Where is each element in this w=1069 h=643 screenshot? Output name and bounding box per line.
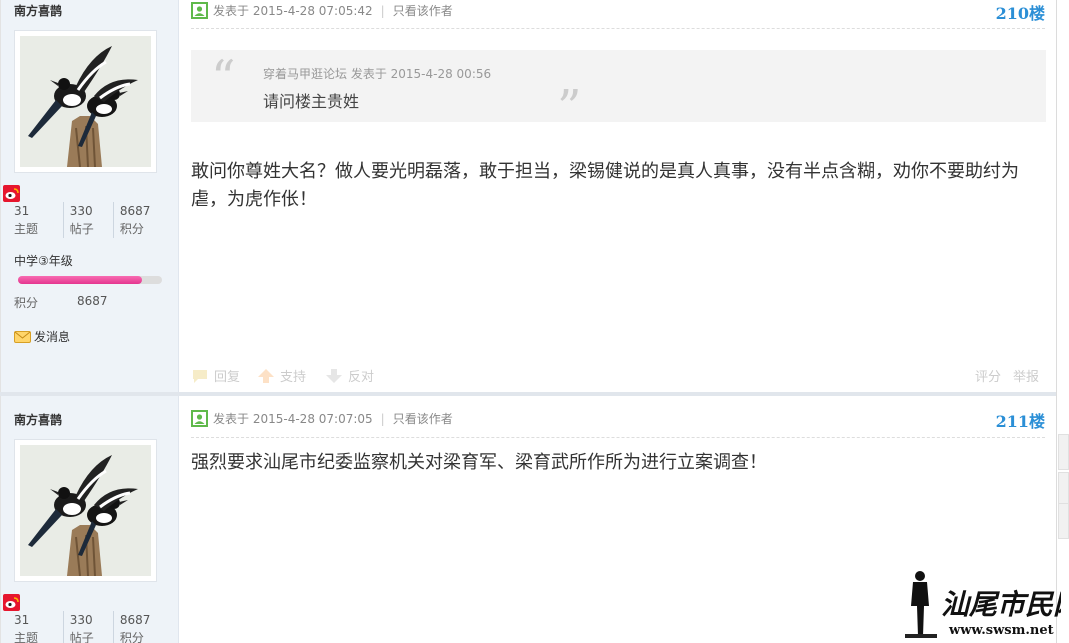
online-user-icon bbox=[191, 2, 208, 19]
page-right-border bbox=[1056, 0, 1057, 643]
stat-points[interactable]: 8687 积分 bbox=[114, 611, 164, 643]
floor-number[interactable]: 210楼 bbox=[996, 0, 1045, 24]
stat-posts[interactable]: 330 帖子 bbox=[64, 611, 114, 643]
posted-label: 发表于 bbox=[213, 412, 250, 426]
post-meta: 发表于 2015-4-28 07:05:42 | 只看该作者 bbox=[191, 2, 453, 19]
close-quote-mark: ” bbox=[557, 80, 582, 136]
envelope-icon bbox=[14, 331, 31, 343]
quote-text: 请问楼主贵姓 bbox=[263, 92, 360, 111]
stat-points-label: 积分 bbox=[119, 222, 144, 236]
stat-topics-label: 主题 bbox=[14, 631, 39, 643]
quote-meta: 穿着马甲逛论坛 发表于 2015-4-28 00:56 bbox=[263, 67, 492, 81]
weibo-icon[interactable] bbox=[3, 185, 20, 202]
stat-points-value: 8687 bbox=[119, 613, 151, 627]
open-quote-mark: “ bbox=[211, 50, 236, 106]
weibo-icon[interactable] bbox=[3, 594, 20, 611]
send-message-label: 发消息 bbox=[34, 330, 71, 344]
stat-topics[interactable]: 31 主题 bbox=[14, 202, 64, 238]
post-main: 发表于 2015-4-28 07:05:42 | 只看该作者 210楼 “ 穿着… bbox=[180, 0, 1056, 392]
side-tool-button[interactable] bbox=[1058, 434, 1069, 470]
post-content: 敢问你尊姓大名？做人要光明磊落，敢于担当，梁锡健说的是真人真事，没有半点含糊，劝… bbox=[191, 161, 1019, 210]
reply-label: 回复 bbox=[214, 370, 241, 385]
oppose-label: 反对 bbox=[348, 370, 375, 385]
magpie-avatar-image bbox=[20, 36, 151, 167]
meta-divider: | bbox=[380, 411, 385, 426]
thumb-down-icon bbox=[326, 368, 342, 383]
post-author-sidebar: 南方喜鹊 bbox=[1, 396, 179, 643]
points-value: 8687 bbox=[77, 294, 108, 308]
report-link[interactable]: 举报 bbox=[1013, 366, 1039, 385]
stat-points-value: 8687 bbox=[119, 204, 151, 218]
only-author-link[interactable]: 只看该作者 bbox=[393, 410, 453, 427]
grade-progress-fill bbox=[18, 276, 142, 284]
posted-time: 2015-4-28 07:05:42 bbox=[252, 3, 373, 18]
points-row: 积分 8687 bbox=[14, 294, 108, 311]
post-210: 南方喜鹊 31 主题 330 帖子 8687 积分 中学③年级 积分 8687 … bbox=[0, 0, 1056, 392]
posted-label: 发表于 bbox=[213, 4, 250, 18]
stat-posts-label: 帖子 bbox=[69, 631, 94, 643]
only-author-link[interactable]: 只看该作者 bbox=[393, 2, 453, 19]
forum-page: 南方喜鹊 31 主题 330 帖子 8687 积分 中学③年级 积分 8687 … bbox=[0, 0, 1056, 643]
post-meta: 发表于 2015-4-28 07:07:05 | 只看该作者 bbox=[191, 410, 453, 427]
meta-divider-line bbox=[191, 28, 1045, 29]
grade-progress-bar bbox=[18, 276, 162, 284]
oppose-button[interactable]: 反对 bbox=[325, 366, 374, 385]
side-tool-button[interactable] bbox=[1058, 503, 1069, 539]
stat-points-label: 积分 bbox=[119, 631, 144, 643]
support-button[interactable]: 支持 bbox=[257, 366, 306, 385]
online-user-icon bbox=[191, 410, 208, 427]
site-watermark-logo: 汕尾市民网 www.swsm.net bbox=[903, 570, 1069, 640]
stat-posts-value: 330 bbox=[69, 613, 93, 627]
post-author-sidebar: 南方喜鹊 bbox=[1, 0, 179, 392]
floor-number[interactable]: 211楼 bbox=[996, 408, 1045, 432]
post-content: 强烈要求汕尾市纪委监察机关对梁育军、梁育武所作所为进行立案调查！ bbox=[191, 452, 767, 473]
rate-link[interactable]: 评分 bbox=[975, 366, 1001, 385]
support-label: 支持 bbox=[280, 370, 307, 385]
magpie-avatar-image bbox=[20, 445, 151, 576]
posted-time: 2015-4-28 07:07:05 bbox=[252, 411, 373, 426]
stat-topics-label: 主题 bbox=[14, 222, 39, 236]
avatar[interactable] bbox=[14, 30, 157, 173]
post-211: 南方喜鹊 31 主题 330 帖子 8687 积分 发表于 2015-4-28 … bbox=[0, 396, 1056, 643]
meta-divider: | bbox=[380, 3, 385, 18]
quote-block: “ 穿着马甲逛论坛 发表于 2015-4-28 00:56 请问楼主贵姓 ” bbox=[191, 50, 1046, 136]
stat-topics-value: 31 bbox=[14, 613, 30, 627]
site-logo-image: 汕尾市民网 www.swsm.net bbox=[905, 571, 1069, 638]
meta-divider-line bbox=[191, 437, 1045, 438]
reply-icon bbox=[193, 369, 207, 383]
stat-points[interactable]: 8687 积分 bbox=[114, 202, 164, 238]
points-label: 积分 bbox=[14, 296, 39, 310]
author-stats: 31 主题 330 帖子 8687 积分 bbox=[14, 202, 164, 238]
stat-posts-value: 330 bbox=[69, 204, 93, 218]
stat-topics-value: 31 bbox=[14, 204, 30, 218]
avatar[interactable] bbox=[14, 439, 157, 582]
thumb-up-icon bbox=[258, 368, 274, 383]
author-name[interactable]: 南方喜鹊 bbox=[14, 411, 62, 428]
user-grade[interactable]: 中学③年级 bbox=[14, 252, 73, 269]
site-logo-url: www.swsm.net bbox=[948, 623, 1054, 638]
reply-button[interactable]: 回复 bbox=[191, 366, 240, 385]
site-logo-text: 汕尾市民网 bbox=[941, 588, 1061, 621]
stat-topics[interactable]: 31 主题 bbox=[14, 611, 64, 643]
author-name[interactable]: 南方喜鹊 bbox=[14, 2, 62, 19]
author-stats: 31 主题 330 帖子 8687 积分 bbox=[14, 611, 164, 643]
send-message-link[interactable]: 发消息 bbox=[14, 328, 70, 345]
stat-posts[interactable]: 330 帖子 bbox=[64, 202, 114, 238]
stat-posts-label: 帖子 bbox=[69, 222, 94, 236]
